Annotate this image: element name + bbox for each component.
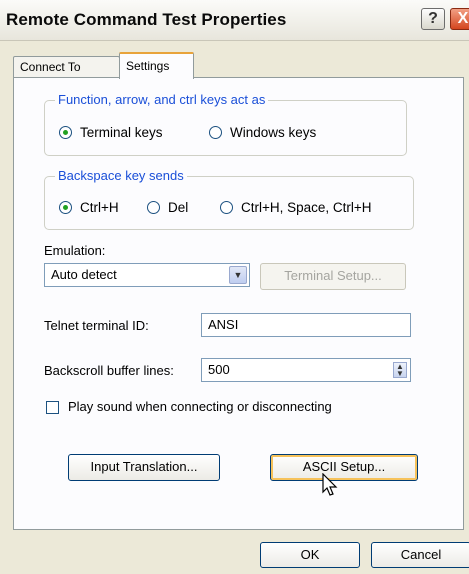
help-button[interactable]: ? <box>421 8 445 30</box>
backspace-groupbox: Backspace key sends Ctrl+H Del Ctrl+H, S… <box>44 168 414 230</box>
close-button[interactable]: X <box>450 8 469 30</box>
tab-connect-to[interactable]: Connect To <box>13 56 120 78</box>
play-sound-label: Play sound when connecting or disconnect… <box>68 399 332 414</box>
settings-panel: Function, arrow, and ctrl keys act as Te… <box>13 77 464 530</box>
terminal-keys-radio[interactable]: Terminal keys <box>59 123 163 141</box>
tab-settings[interactable]: Settings <box>119 52 194 79</box>
telnet-id-label: Telnet terminal ID: <box>44 318 149 333</box>
ok-button[interactable]: OK <box>260 542 360 568</box>
terminal-setup-button[interactable]: Terminal Setup... <box>260 263 406 290</box>
ctrl-h-space-label: Ctrl+H, Space, Ctrl+H <box>241 199 372 215</box>
ctrl-h-label: Ctrl+H <box>80 199 119 215</box>
cancel-button[interactable]: Cancel <box>371 542 469 568</box>
windows-keys-label: Windows keys <box>230 124 317 140</box>
spinner-arrows-icon[interactable]: ▲ ▼ <box>393 362 407 378</box>
backscroll-label: Backscroll buffer lines: <box>44 363 174 378</box>
terminal-keys-label: Terminal keys <box>80 124 163 140</box>
radio-unchecked-icon <box>209 125 222 139</box>
input-translation-button[interactable]: Input Translation... <box>68 454 220 481</box>
title-bar[interactable]: Remote Command Test Properties ? X <box>0 0 469 41</box>
radio-checked-icon <box>59 125 72 139</box>
backscroll-value: 500 <box>208 362 230 377</box>
radio-unchecked-icon <box>147 200 160 214</box>
windows-keys-radio[interactable]: Windows keys <box>209 123 316 141</box>
del-radio[interactable]: Del <box>147 198 188 216</box>
window-title: Remote Command Test Properties <box>6 10 287 29</box>
telnet-id-input[interactable]: ANSI <box>201 313 411 337</box>
play-sound-checkbox[interactable] <box>46 401 59 414</box>
emulation-label: Emulation: <box>44 243 106 258</box>
del-label: Del <box>168 199 189 215</box>
ascii-setup-button[interactable]: ASCII Setup... <box>270 454 418 481</box>
chevron-down-icon[interactable]: ▼ <box>229 266 247 284</box>
backscroll-input[interactable]: 500 ▲ ▼ <box>201 358 411 382</box>
ctrl-h-radio[interactable]: Ctrl+H <box>59 198 119 216</box>
keys-group-legend: Function, arrow, and ctrl keys act as <box>55 92 269 107</box>
properties-dialog: Remote Command Test Properties ? X Conne… <box>0 0 469 574</box>
radio-checked-icon <box>59 200 72 214</box>
keys-groupbox: Function, arrow, and ctrl keys act as Te… <box>44 92 407 156</box>
ctrl-h-space-radio[interactable]: Ctrl+H, Space, Ctrl+H <box>220 198 372 216</box>
emulation-dropdown[interactable]: Auto detect ▼ <box>44 263 250 287</box>
backspace-group-legend: Backspace key sends <box>55 168 187 183</box>
radio-unchecked-icon <box>220 200 233 214</box>
emulation-value: Auto detect <box>51 267 117 282</box>
